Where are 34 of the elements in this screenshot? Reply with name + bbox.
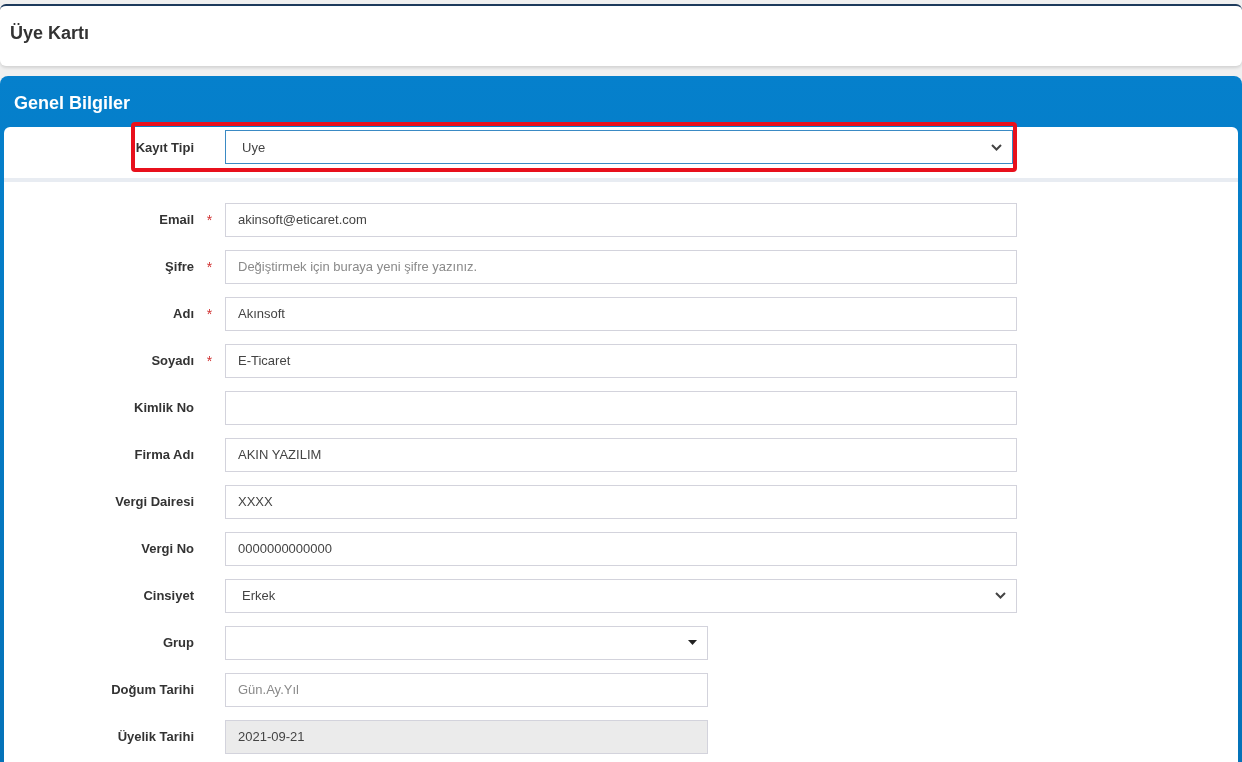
select-field[interactable]: Uye [225,130,1013,164]
field-label: Doğum Tarihi [110,682,194,697]
caret-down-icon [688,640,697,645]
input-field[interactable]: Gün.Ay.Yıl [225,672,708,707]
chevron-down-icon [995,592,1006,599]
dropdown-field[interactable] [225,625,708,660]
field-label: Adı [172,306,194,321]
field-label: Email [158,212,194,227]
field-label: Vergi Dairesi [114,494,194,509]
field-label: Şifre [164,259,194,274]
field-label: Firma Adı [133,447,194,462]
input-field[interactable]: Akınsoft [225,296,1017,331]
select-field[interactable]: Erkek [225,578,1017,613]
field-label: Kimlik No [133,400,194,415]
field-label: Kayıt Tipi [135,139,194,155]
field-label: Üyelik Tarihi [116,729,194,744]
field-label: Cinsiyet [142,588,194,603]
chevron-down-icon [991,143,1002,151]
input-field[interactable]: akinsoft@eticaret.com [225,202,1017,237]
input-field[interactable]: AKIN YAZILIM [225,437,1017,472]
field-label: Soyadı [150,353,194,368]
page-title: Üye Kartı [10,22,90,44]
required-mark: * [206,352,213,369]
field-label: Vergi No [140,541,194,556]
input-field[interactable]: Değiştirmek için buraya yeni şifre yazınız. [225,249,1017,284]
input-field[interactable]: XXXX [225,484,1017,519]
required-mark: * [206,211,213,228]
panel-title: Genel Bilgiler [13,92,132,115]
field-label: Grup [161,635,194,650]
required-mark: * [206,305,213,322]
input-field[interactable] [225,390,1017,425]
input-field[interactable]: E-Ticaret [225,343,1017,378]
input-field[interactable]: 0000000000000 [225,531,1017,566]
required-mark: * [206,258,213,275]
